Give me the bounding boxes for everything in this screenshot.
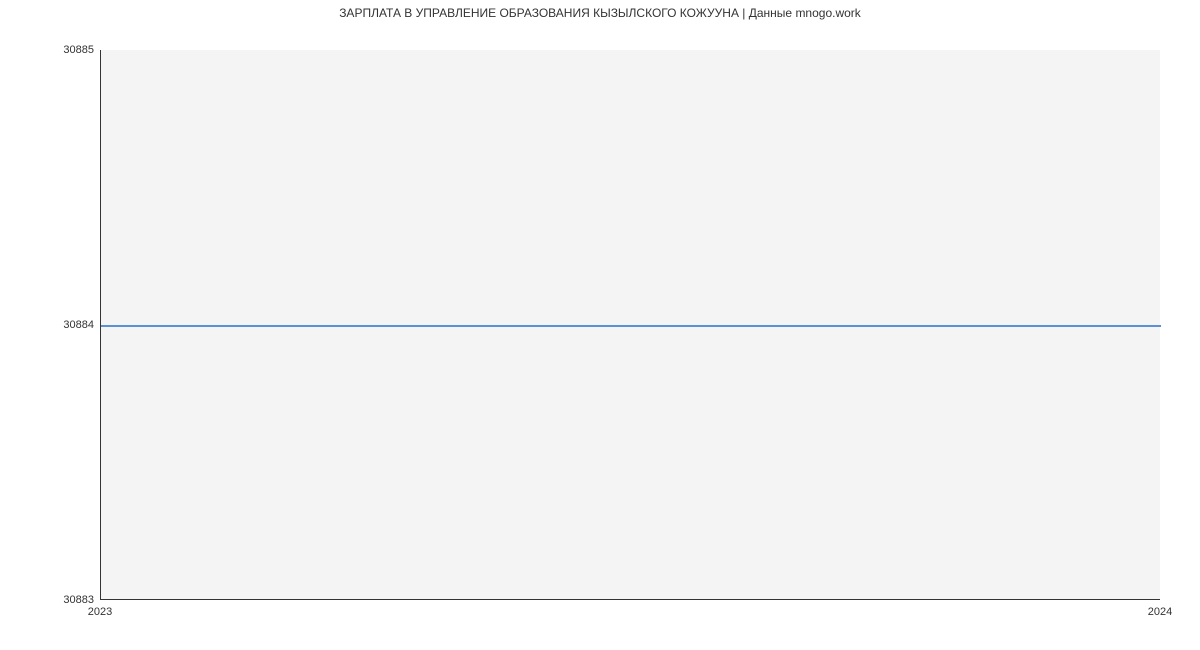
y-tick-30884: 30884 [63,319,94,331]
y-tick-30885: 30885 [63,44,94,56]
data-line [101,325,1161,327]
chart-title: ЗАРПЛАТА В УПРАВЛЕНИЕ ОБРАЗОВАНИЯ КЫЗЫЛС… [0,6,1200,20]
chart-container: ЗАРПЛАТА В УПРАВЛЕНИЕ ОБРАЗОВАНИЯ КЫЗЫЛС… [0,0,1200,650]
x-tick-2023: 2023 [88,606,112,618]
x-tick-2024: 2024 [1148,606,1172,618]
y-tick-30883: 30883 [63,594,94,606]
plot-area [100,50,1160,600]
